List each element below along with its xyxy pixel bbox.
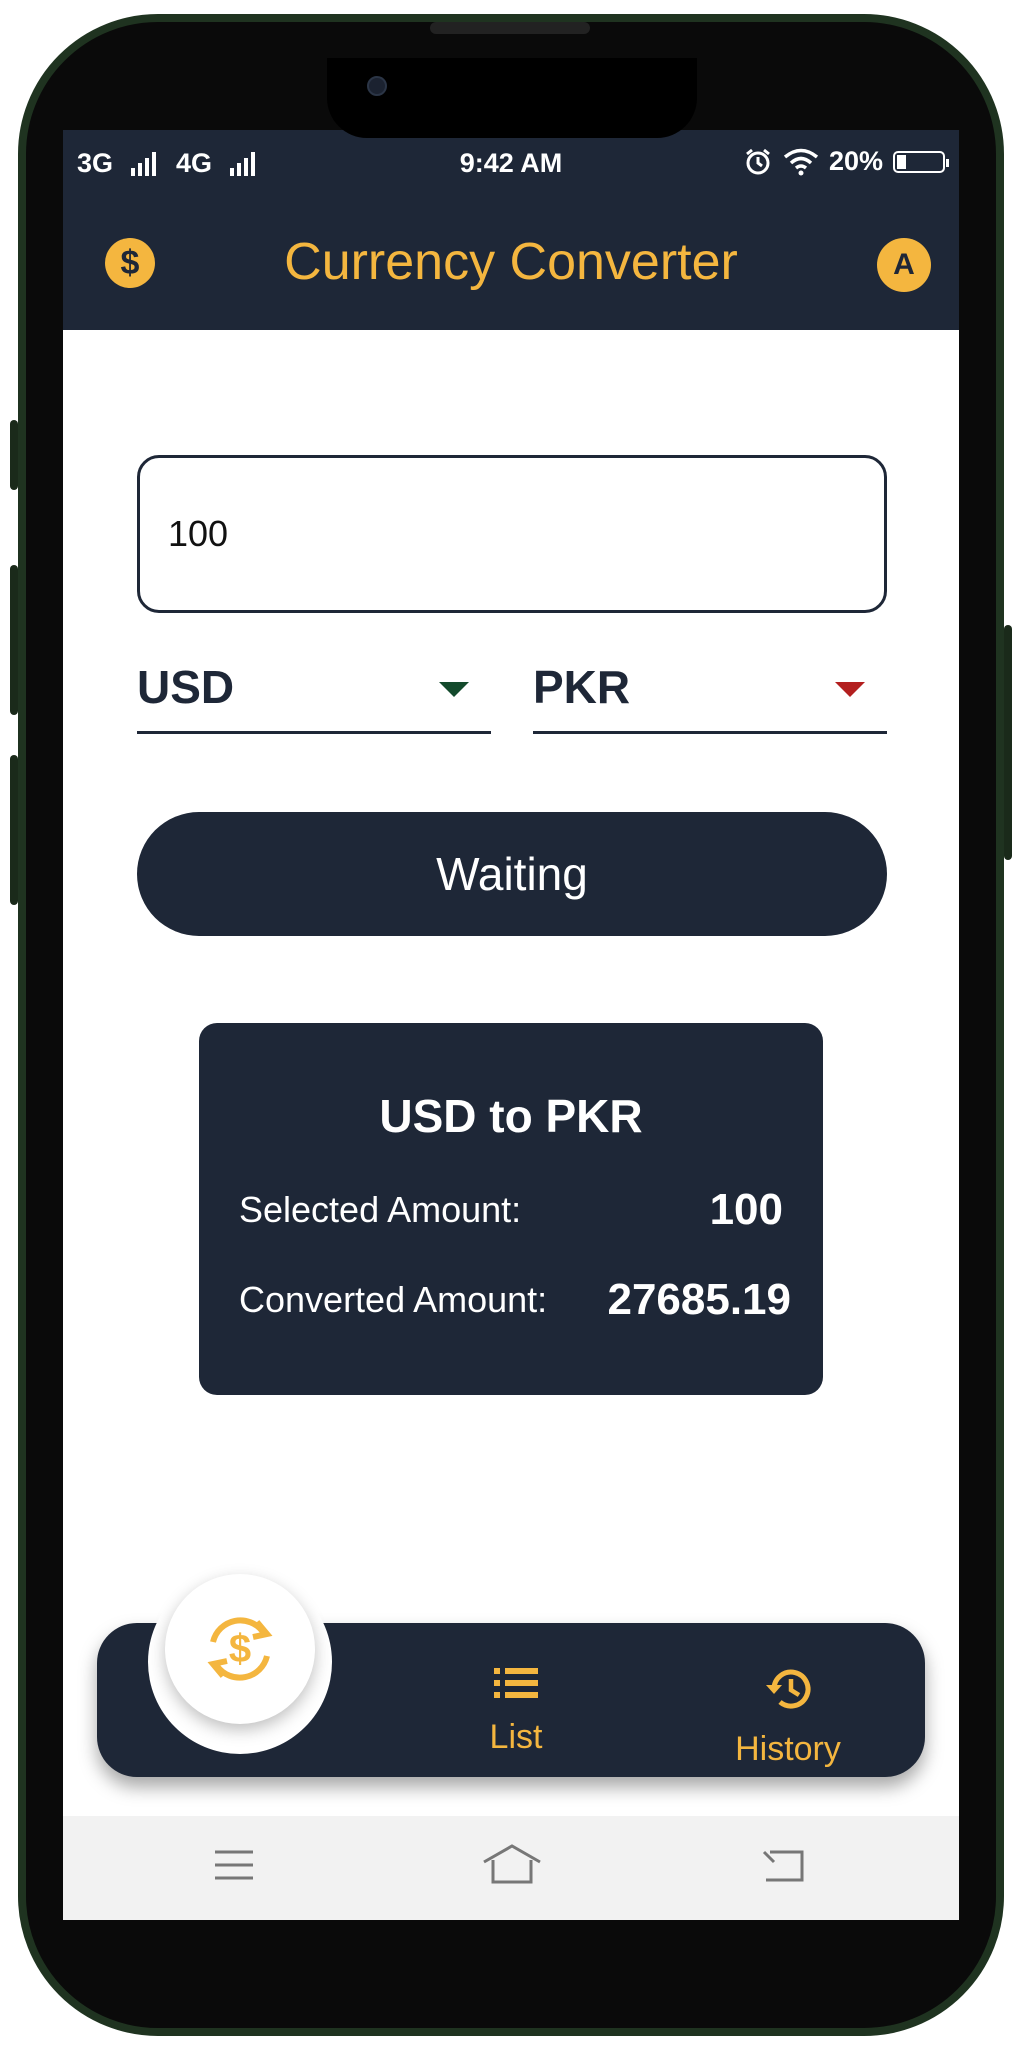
to-currency-dropdown[interactable]: PKR [533, 660, 887, 734]
history-icon [766, 1669, 811, 1709]
back-icon[interactable] [760, 1848, 806, 1884]
selected-amount-value: 100 [709, 1185, 783, 1234]
nav-item-history[interactable]: History [698, 1665, 878, 1769]
avatar[interactable]: A [877, 238, 931, 292]
caret-down-icon [835, 682, 865, 697]
camera-notch [327, 58, 697, 138]
result-card: USD to PKR Selected Amount: 100 Converte… [199, 1023, 823, 1395]
battery-icon [893, 150, 949, 173]
side-key-button [10, 755, 18, 905]
system-navigation-bar [63, 1816, 959, 1920]
battery-fill [897, 154, 906, 169]
volume-down-button [10, 565, 18, 715]
list-icon [494, 1668, 538, 1698]
volume-up-button [10, 420, 18, 490]
menu-icon[interactable] [213, 1848, 255, 1882]
power-button [1004, 625, 1012, 860]
status-bar: 3G 4G 9:42 AM 20% [63, 130, 959, 200]
alarm-icon [746, 148, 770, 174]
battery-percent: 20% [828, 146, 883, 176]
nav-label-list: List [489, 1718, 543, 1756]
home-icon[interactable] [481, 1842, 543, 1886]
to-currency-value: PKR [533, 661, 631, 713]
earpiece-speaker [430, 22, 590, 34]
convert-fab-button[interactable]: $ [165, 1574, 315, 1724]
front-camera [367, 76, 387, 96]
caret-down-icon [439, 682, 469, 697]
converted-amount-value: 27685.19 [607, 1275, 791, 1324]
converted-amount-label: Converted Amount: [239, 1279, 548, 1320]
nav-label-history: History [735, 1730, 841, 1768]
convert-button[interactable]: Waiting [137, 812, 887, 936]
nav-item-list[interactable]: List [426, 1665, 606, 1757]
svg-text:$: $ [229, 1627, 251, 1671]
from-currency-dropdown[interactable]: USD [137, 660, 491, 734]
amount-input[interactable] [137, 455, 887, 613]
selected-amount-label: Selected Amount: [239, 1189, 522, 1230]
app-bar: $ Currency Converter A [63, 200, 959, 330]
wifi-icon [783, 148, 819, 175]
from-currency-value: USD [137, 661, 235, 713]
currency-exchange-icon: $ [207, 1617, 273, 1681]
app-title: Currency Converter [284, 233, 738, 291]
phone-screen: 3G 4G 9:42 AM 20% $ Currency Converter A… [63, 130, 959, 1920]
conversion-heading: USD to PKR [379, 1090, 643, 1142]
